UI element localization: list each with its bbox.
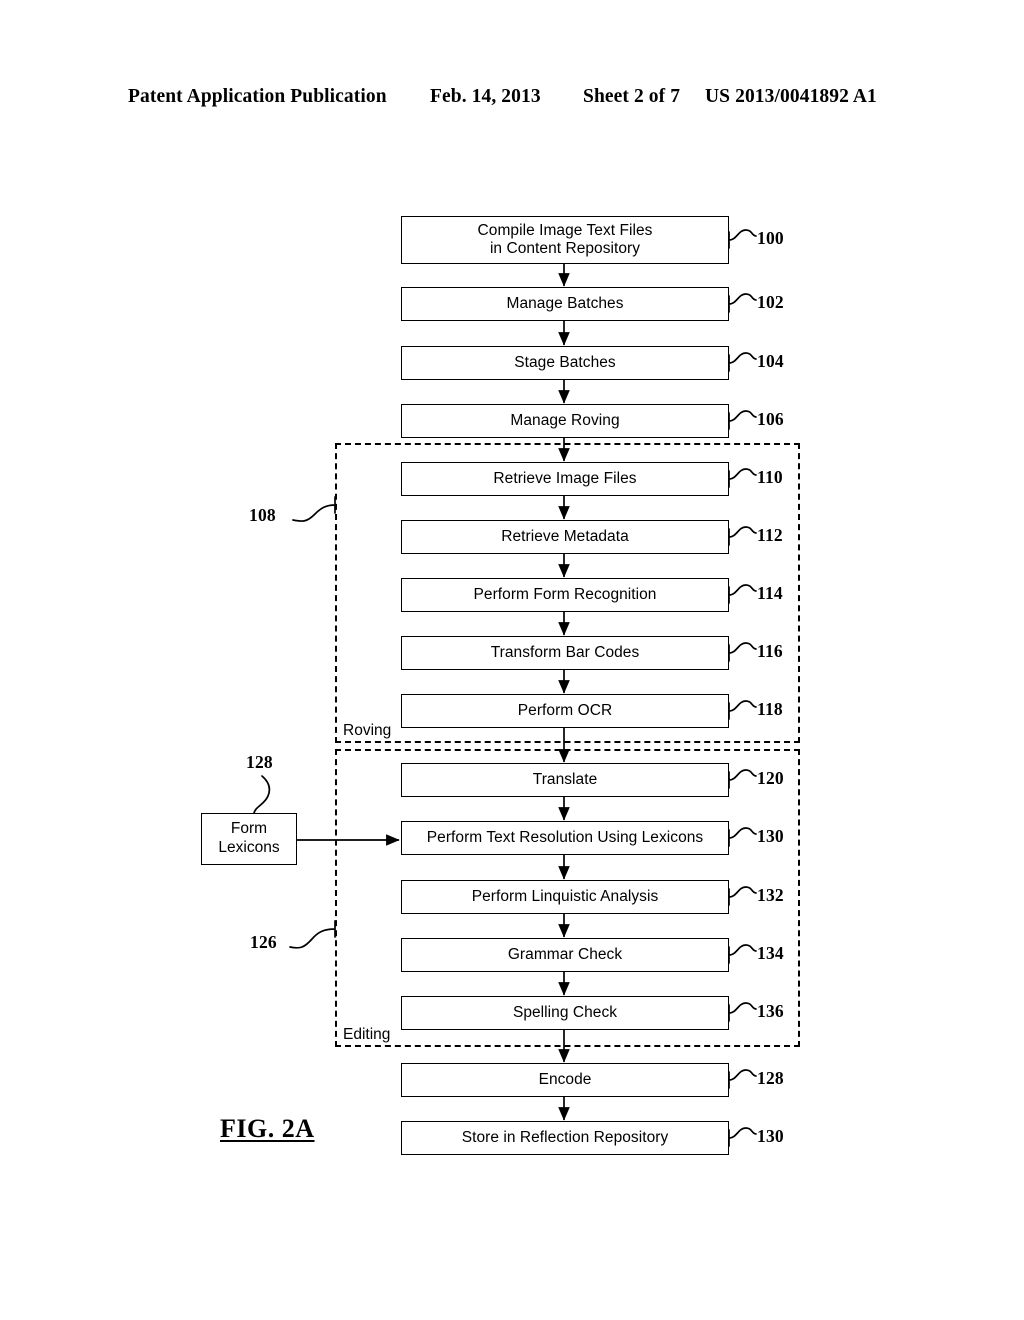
refnum-126: 126 [250, 932, 277, 952]
step-120-label: Translate [532, 771, 598, 789]
step-130b-label: Store in Reflection Repository [461, 1129, 669, 1147]
step-130a-label: Perform Text Resolution Using Lexicons [426, 829, 704, 847]
step-110-label: Retrieve Image Files [493, 470, 637, 488]
step-box-112: Retrieve Metadata [401, 520, 729, 554]
step-104-label: Stage Batches [514, 354, 616, 372]
step-134-label: Grammar Check [507, 946, 623, 964]
refnum-110: 110 [757, 467, 783, 487]
step-116-label: Transform Bar Codes [490, 644, 640, 662]
step-box-102: Manage Batches [401, 287, 729, 321]
form-lexicons-line2: Lexicons [218, 839, 280, 856]
step-box-100: Compile Image Text Files in Content Repo… [401, 216, 729, 264]
refnum-114: 114 [757, 583, 783, 603]
step-box-118: Perform OCR [401, 694, 729, 728]
flowchart-diagram: Roving 108 Editing 126 Form Lexicons 128… [0, 0, 1024, 1320]
step-box-134: Grammar Check [401, 938, 729, 972]
step-136-label: Spelling Check [512, 1004, 618, 1022]
step-100-line1: Compile Image Text Files [477, 222, 653, 240]
step-box-106: Manage Roving [401, 404, 729, 438]
step-114-label: Perform Form Recognition [473, 586, 657, 604]
refnum-128-lexicons: 128 [246, 752, 273, 772]
step-box-114: Perform Form Recognition [401, 578, 729, 612]
step-box-120: Translate [401, 763, 729, 797]
step-box-116: Transform Bar Codes [401, 636, 729, 670]
step-102-label: Manage Batches [506, 295, 624, 313]
refnum-106: 106 [757, 409, 784, 429]
step-box-136: Spelling Check [401, 996, 729, 1030]
step-106-label: Manage Roving [510, 412, 620, 430]
step-box-130-text-resolution: Perform Text Resolution Using Lexicons [401, 821, 729, 855]
step-box-128-encode: Encode [401, 1063, 729, 1097]
step-box-132: Perform Linquistic Analysis [401, 880, 729, 914]
refnum-130-text-resolution: 130 [757, 826, 784, 846]
refnum-130-store: 130 [757, 1126, 784, 1146]
refnum-132: 132 [757, 885, 784, 905]
step-118-label: Perform OCR [517, 702, 613, 720]
refnum-100: 100 [757, 228, 784, 248]
refnum-120: 120 [757, 768, 784, 788]
refnum-102: 102 [757, 292, 784, 312]
group-label-editing: Editing [341, 1026, 393, 1043]
refnum-118: 118 [757, 699, 783, 719]
step-box-130-store: Store in Reflection Repository [401, 1121, 729, 1155]
form-lexicons-line1: Form [230, 820, 268, 838]
refnum-128-encode: 128 [757, 1068, 784, 1088]
refnum-136: 136 [757, 1001, 784, 1021]
step-112-label: Retrieve Metadata [501, 528, 629, 546]
refnum-104: 104 [757, 351, 784, 371]
step-box-110: Retrieve Image Files [401, 462, 729, 496]
figure-caption: FIG. 2A [220, 1114, 315, 1143]
refnum-108: 108 [249, 505, 276, 525]
step-100-line2: in Content Repository [489, 240, 641, 257]
refnum-134: 134 [757, 943, 784, 963]
form-lexicons-box: Form Lexicons [201, 813, 297, 865]
step-128b-label: Encode [538, 1071, 592, 1089]
refnum-112: 112 [757, 525, 783, 545]
step-132-label: Perform Linquistic Analysis [471, 888, 659, 906]
group-label-roving: Roving [341, 722, 394, 739]
step-box-104: Stage Batches [401, 346, 729, 380]
refnum-116: 116 [757, 641, 783, 661]
